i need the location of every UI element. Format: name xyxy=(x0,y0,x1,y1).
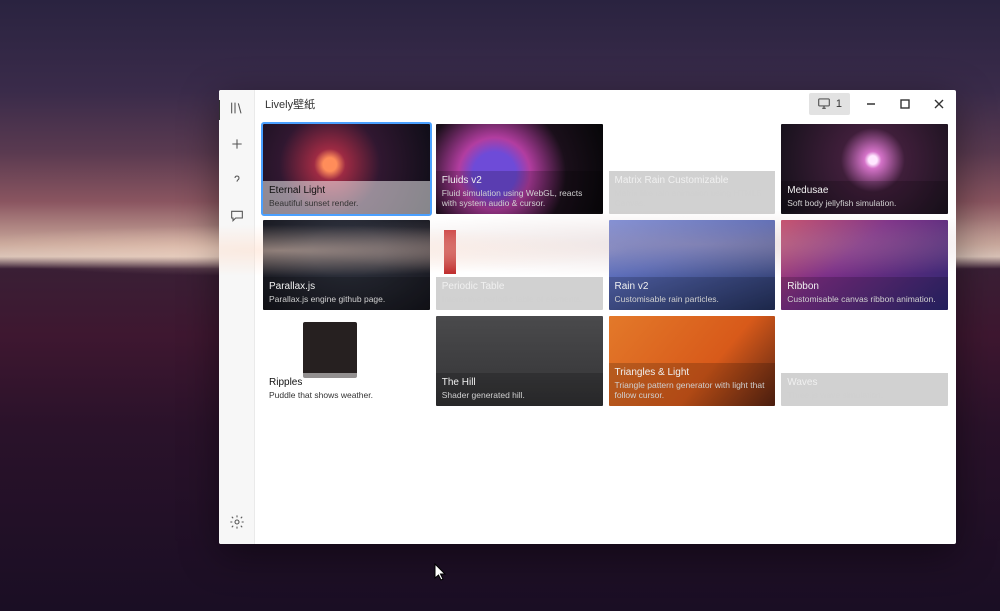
tile-caption: RipplesPuddle that shows weather. xyxy=(263,373,430,406)
tile-title: Parallax.js xyxy=(269,281,424,293)
tile-title: Fluids v2 xyxy=(442,175,597,187)
sidebar-help-button[interactable] xyxy=(223,168,251,196)
sidebar-settings-button[interactable] xyxy=(223,510,251,538)
tile-description: Three.js wave simulation. xyxy=(787,390,942,401)
tile-description: Matrix like rain animation using HTML5 C… xyxy=(615,188,770,209)
tile-title: Matrix Rain Customizable xyxy=(615,175,770,187)
tile-title: Triangles & Light xyxy=(615,367,770,379)
cursor-icon xyxy=(434,563,448,583)
tile-caption: Eternal LightBeautiful sunset render. xyxy=(263,181,430,214)
tile-caption: Fluids v2Fluid simulation using WebGL, r… xyxy=(436,171,603,214)
window-controls xyxy=(854,90,956,118)
tile-title: Waves xyxy=(787,377,942,389)
tile-description: Customisable rain particles. xyxy=(615,294,770,305)
sidebar-library-button[interactable] xyxy=(223,96,251,124)
tile-caption: MedusaeSoft body jellyfish simulation. xyxy=(781,181,948,214)
tile-description: Interactive periodic table of elements. xyxy=(442,294,597,305)
sidebar-add-button[interactable] xyxy=(223,132,251,160)
wallpaper-tile[interactable]: Eternal LightBeautiful sunset render. xyxy=(263,124,430,214)
wallpaper-tile[interactable]: Fluids v2Fluid simulation using WebGL, r… xyxy=(436,124,603,214)
tile-description: Parallax.js engine github page. xyxy=(269,294,424,305)
monitor-button[interactable]: 1 xyxy=(809,93,850,115)
wallpaper-tile[interactable]: RibbonCustomisable canvas ribbon animati… xyxy=(781,220,948,310)
wallpaper-tile[interactable]: The HillShader generated hill. xyxy=(436,316,603,406)
wallpaper-tile[interactable]: Rain v2Customisable rain particles. xyxy=(609,220,776,310)
chat-icon xyxy=(229,208,245,229)
tile-caption: WavesThree.js wave simulation. xyxy=(781,373,948,406)
tile-caption: The HillShader generated hill. xyxy=(436,373,603,406)
tile-caption: Triangles & LightTriangle pattern genera… xyxy=(609,363,776,406)
library-icon xyxy=(229,100,245,121)
monitor-label: 1 xyxy=(836,98,842,110)
wallpaper-tile[interactable]: RipplesPuddle that shows weather. xyxy=(263,316,430,406)
wallpaper-tile[interactable]: Periodic TableInteractive periodic table… xyxy=(436,220,603,310)
lively-window: Lively壁紙 1 xyxy=(219,90,956,544)
add-icon xyxy=(229,136,245,157)
wallpaper-tile[interactable]: WavesThree.js wave simulation. xyxy=(781,316,948,406)
tile-title: Ribbon xyxy=(787,281,942,293)
tile-title: Medusae xyxy=(787,185,942,197)
main-area: Lively壁紙 1 xyxy=(255,90,956,544)
tile-description: Customisable canvas ribbon animation. xyxy=(787,294,942,305)
desktop-wallpaper: Lively壁紙 1 xyxy=(0,0,1000,611)
tile-description: Soft body jellyfish simulation. xyxy=(787,198,942,209)
wallpaper-tile[interactable]: MedusaeSoft body jellyfish simulation. xyxy=(781,124,948,214)
sidebar-feedback-button[interactable] xyxy=(223,204,251,232)
wallpaper-tile[interactable]: Matrix Rain CustomizableMatrix like rain… xyxy=(609,124,776,214)
tile-description: Triangle pattern generator with light th… xyxy=(615,380,770,401)
close-button[interactable] xyxy=(922,90,956,118)
tile-title: Eternal Light xyxy=(269,185,424,197)
minimize-button[interactable] xyxy=(854,90,888,118)
tile-title: Periodic Table xyxy=(442,281,597,293)
tile-caption: Periodic TableInteractive periodic table… xyxy=(436,277,603,310)
tile-caption: Parallax.jsParallax.js engine github pag… xyxy=(263,277,430,310)
tile-description: Puddle that shows weather. xyxy=(269,390,424,401)
settings-icon xyxy=(229,514,245,535)
sidebar xyxy=(219,90,255,544)
monitor-icon xyxy=(817,96,831,113)
app-title: Lively壁紙 xyxy=(265,96,315,112)
tile-description: Shader generated hill. xyxy=(442,390,597,401)
tile-title: Rain v2 xyxy=(615,281,770,293)
tile-caption: RibbonCustomisable canvas ribbon animati… xyxy=(781,277,948,310)
tile-description: Beautiful sunset render. xyxy=(269,198,424,209)
wallpaper-gallery: Eternal LightBeautiful sunset render.Flu… xyxy=(255,118,956,414)
tile-caption: Rain v2Customisable rain particles. xyxy=(609,277,776,310)
maximize-button[interactable] xyxy=(888,90,922,118)
titlebar: Lively壁紙 1 xyxy=(255,90,956,118)
tile-description: Fluid simulation using WebGL, reacts wit… xyxy=(442,188,597,209)
tile-caption: Matrix Rain CustomizableMatrix like rain… xyxy=(609,171,776,214)
wallpaper-tile[interactable]: Parallax.jsParallax.js engine github pag… xyxy=(263,220,430,310)
help-icon xyxy=(229,172,245,193)
wallpaper-tile[interactable]: Triangles & LightTriangle pattern genera… xyxy=(609,316,776,406)
tile-title: The Hill xyxy=(442,377,597,389)
tile-title: Ripples xyxy=(269,377,424,389)
